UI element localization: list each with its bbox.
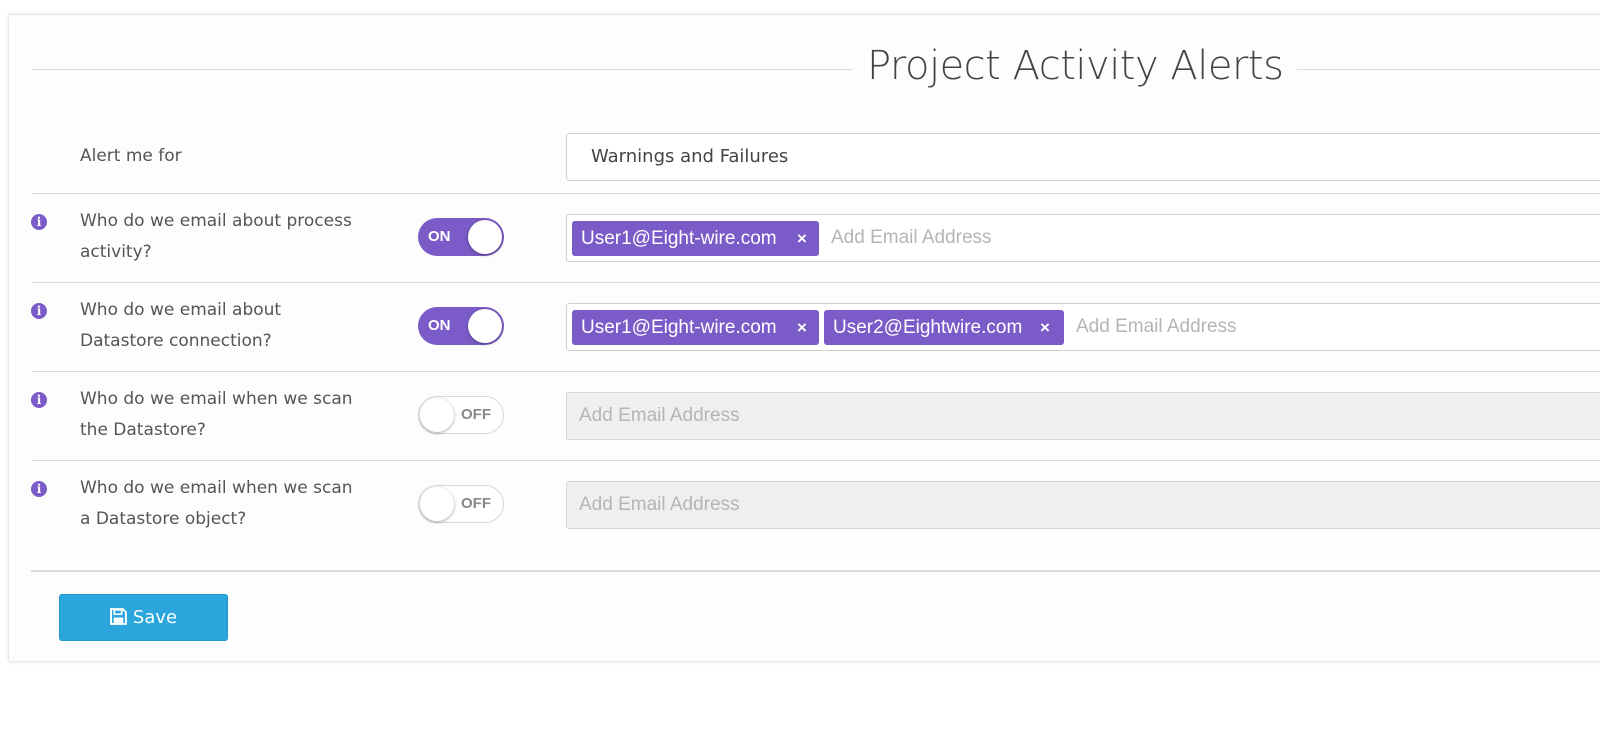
datastore-connection-email-field[interactable]: User1@Eight-wire.com × User2@Eightwire.c… — [566, 303, 1600, 351]
toggle-state-label: ON — [428, 228, 451, 245]
label-line: Who do we email about — [80, 300, 282, 320]
close-icon[interactable]: × — [797, 310, 807, 345]
alerts-panel: Project Activity Alerts Alert me for War… — [8, 14, 1600, 662]
process-activity-row: i Who do we email about process activity… — [31, 194, 1600, 283]
scan-datastore-label: Who do we email when we scan the Datasto… — [80, 384, 380, 446]
label-line: the Datastore? — [80, 420, 206, 440]
label-line: Who do we email when we scan — [80, 389, 353, 409]
add-email-input[interactable]: Add Email Address — [579, 393, 740, 439]
email-tag: User1@Eight-wire.com × — [572, 310, 819, 345]
toggle-knob — [420, 487, 454, 521]
scan-datastore-object-toggle[interactable]: OFF — [418, 485, 504, 523]
toggle-state-label: OFF — [461, 495, 491, 512]
info-icon[interactable]: i — [31, 392, 47, 408]
email-tag: User1@Eight-wire.com × — [572, 221, 819, 256]
label-line: Datastore connection? — [80, 331, 272, 351]
add-email-input[interactable]: Add Email Address — [1076, 304, 1237, 350]
save-button-label: Save — [132, 607, 178, 628]
scan-datastore-object-email-field[interactable]: Add Email Address — [566, 481, 1600, 529]
toggle-knob — [420, 398, 454, 432]
toggle-state-label: OFF — [461, 406, 491, 423]
label-line: Who do we email when we scan — [80, 478, 353, 498]
add-email-input[interactable]: Add Email Address — [579, 482, 740, 528]
label-line: a Datastore object? — [80, 509, 247, 529]
scan-datastore-toggle[interactable]: OFF — [418, 396, 504, 434]
alert-level-select[interactable]: Warnings and Failures — [566, 133, 1600, 181]
scan-datastore-email-field[interactable]: Add Email Address — [566, 392, 1600, 440]
process-activity-label: Who do we email about process activity? — [80, 206, 380, 268]
email-tag-text: User2@Eightwire.com — [833, 317, 1023, 338]
panel-header: Project Activity Alerts — [31, 35, 1600, 105]
page-title: Project Activity Alerts — [853, 43, 1298, 89]
scan-datastore-row: i Who do we email when we scan the Datas… — [31, 372, 1600, 461]
datastore-connection-toggle[interactable]: ON — [418, 307, 504, 345]
add-email-input[interactable]: Add Email Address — [831, 215, 992, 261]
scan-datastore-object-label: Who do we email when we scan a Datastore… — [80, 473, 380, 535]
close-icon[interactable]: × — [797, 221, 807, 256]
label-line: Who do we email about process — [80, 211, 352, 231]
floppy-disk-icon — [110, 608, 127, 625]
process-activity-email-field[interactable]: User1@Eight-wire.com × Add Email Address — [566, 214, 1600, 262]
scan-datastore-object-row: i Who do we email when we scan a Datasto… — [31, 461, 1600, 550]
process-activity-toggle[interactable]: ON — [418, 218, 504, 256]
label-line: activity? — [80, 242, 152, 262]
close-icon[interactable]: × — [1040, 310, 1050, 345]
info-icon[interactable]: i — [31, 303, 47, 319]
alert-level-value: Warnings and Failures — [591, 146, 789, 167]
save-button[interactable]: Save — [59, 594, 228, 641]
info-icon[interactable]: i — [31, 214, 47, 230]
datastore-connection-label: Who do we email about Datastore connecti… — [80, 295, 380, 357]
alert-level-label: Alert me for — [80, 146, 182, 166]
toggle-state-label: ON — [428, 317, 451, 334]
alert-level-row: Alert me for Warnings and Failures — [31, 131, 1600, 194]
email-tag-text: User1@Eight-wire.com — [581, 228, 777, 249]
email-tag-text: User1@Eight-wire.com — [581, 317, 777, 338]
toggle-knob — [468, 309, 502, 343]
datastore-connection-row: i Who do we email about Datastore connec… — [31, 283, 1600, 372]
toggle-knob — [468, 220, 502, 254]
info-icon[interactable]: i — [31, 481, 47, 497]
footer-divider — [31, 570, 1600, 572]
email-tag: User2@Eightwire.com × — [824, 310, 1064, 345]
header-divider — [31, 69, 1600, 70]
